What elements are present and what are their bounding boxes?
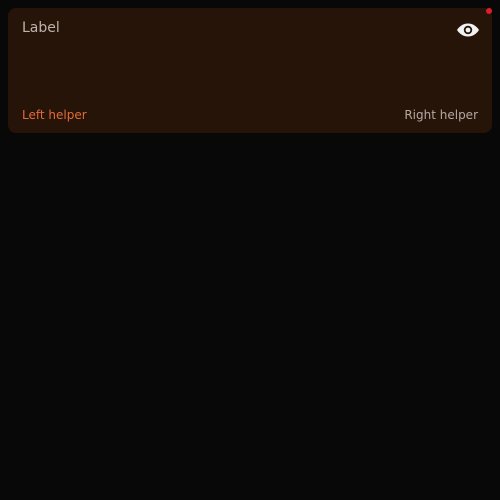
field-label: Label — [22, 20, 60, 36]
text-field[interactable]: Label Left helper Right helper — [8, 8, 492, 133]
eye-icon[interactable] — [456, 19, 480, 41]
right-helper-text: Right helper — [404, 108, 478, 122]
left-helper-text: Left helper — [22, 108, 87, 122]
error-indicator-dot — [486, 8, 492, 14]
